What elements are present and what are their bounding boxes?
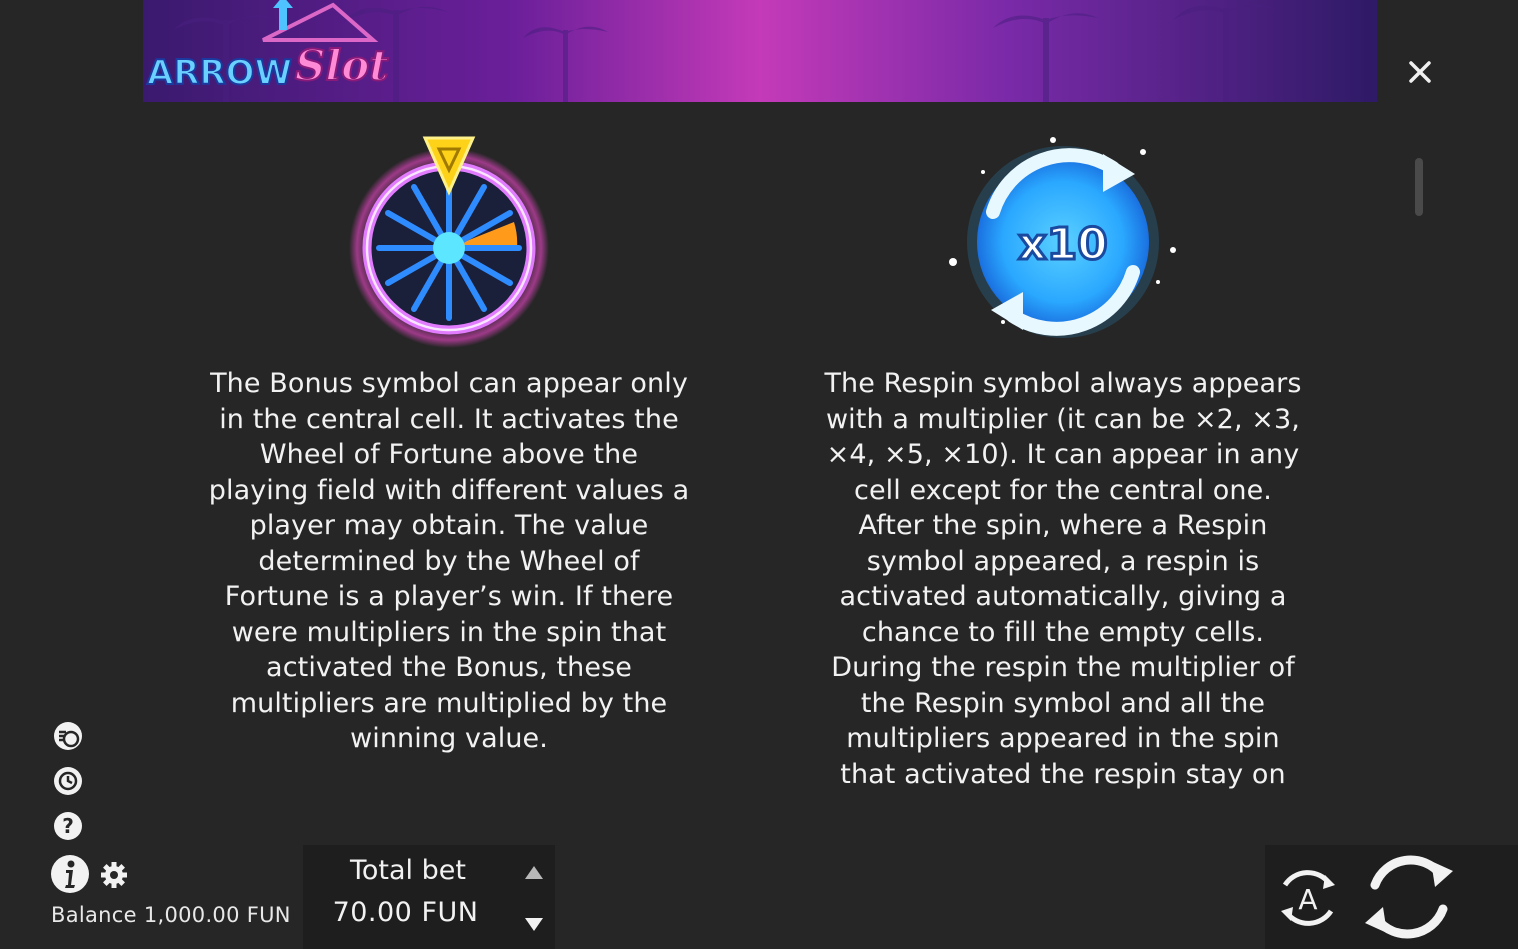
game-banner: ARROW Slot	[143, 0, 1377, 102]
respin-description: The Respin symbol always appears with a …	[824, 368, 1302, 790]
autoplay-icon[interactable]: A	[1273, 867, 1343, 929]
balance-panel: Balance 1,000.00 FUN	[0, 845, 303, 949]
history-icon[interactable]	[52, 765, 84, 797]
svg-text:A: A	[1298, 883, 1317, 916]
total-bet-value: 70.00 FUN	[332, 897, 479, 928]
arrow-slot-logo: ARROW Slot	[146, 0, 390, 92]
respin-section: x10 The Respin symbol always appears wit…	[803, 102, 1323, 792]
bet-increase-icon[interactable]	[521, 861, 547, 883]
scrollbar[interactable]	[1415, 158, 1423, 216]
respin-icon: x10	[949, 137, 1176, 338]
bet-panel: Total bet 70.00 FUN	[303, 845, 555, 949]
rules-content: The Bonus symbol can appear only in the …	[143, 102, 1377, 814]
spin-icon[interactable]	[1361, 851, 1457, 943]
coins-icon[interactable]	[52, 720, 84, 752]
total-bet-label: Total bet	[350, 855, 466, 886]
bonus-description: The Bonus symbol can appear only in the …	[208, 368, 690, 754]
svg-text:?: ?	[62, 814, 74, 838]
wheel-of-fortune-icon	[349, 136, 549, 348]
bonus-section: The Bonus symbol can appear only in the …	[189, 102, 709, 757]
bet-decrease-icon[interactable]	[521, 913, 547, 935]
settings-gear-icon[interactable]	[99, 860, 129, 890]
spin-controls: A	[1265, 845, 1518, 949]
help-icon[interactable]: ?	[52, 810, 84, 842]
svg-text:ARROW: ARROW	[147, 53, 292, 92]
bottom-bar: Balance 1,000.00 FUN Total bet 70.00 FUN…	[0, 845, 1518, 949]
close-icon[interactable]	[1404, 56, 1436, 88]
info-icon[interactable]	[49, 853, 91, 895]
svg-text:x10: x10	[1018, 219, 1108, 270]
side-toolbar: ?	[52, 720, 86, 855]
bottom-spacer	[555, 845, 1265, 949]
game-rules-screen: ARROW Slot The Bonus symbol can appear o…	[0, 0, 1518, 949]
svg-text:Slot: Slot	[295, 41, 389, 90]
balance-display: Balance 1,000.00 FUN	[51, 903, 291, 927]
